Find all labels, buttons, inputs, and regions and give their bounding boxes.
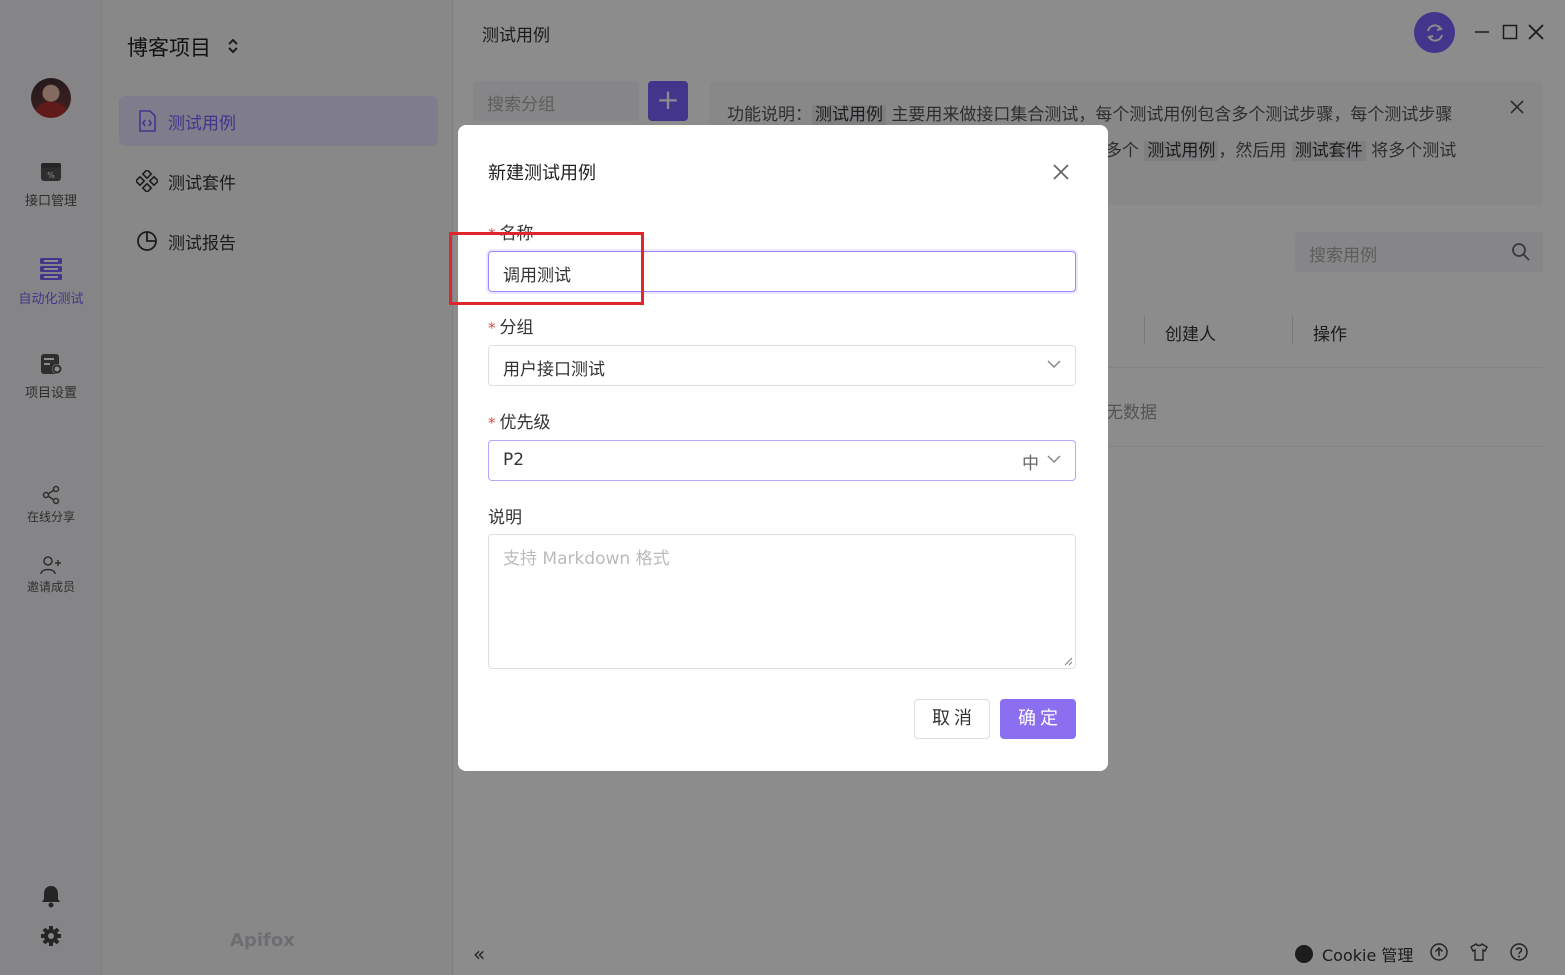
- priority-label: * 优先级: [488, 408, 551, 433]
- group-select[interactable]: 用户接口测试: [488, 345, 1076, 386]
- required-mark: *: [488, 319, 496, 337]
- priority-level-text: 中: [1022, 454, 1039, 474]
- dialog-title: 新建测试用例: [488, 163, 596, 184]
- resize-handle-icon[interactable]: [1063, 656, 1073, 666]
- group-select-value: 用户接口测试: [503, 360, 605, 380]
- required-mark: *: [488, 414, 496, 432]
- priority-select-value: P2: [503, 450, 525, 470]
- priority-select[interactable]: P2 中: [488, 440, 1076, 481]
- close-icon[interactable]: [1050, 161, 1072, 183]
- description-placeholder: 支持 Markdown 格式: [503, 549, 670, 569]
- new-test-case-dialog: 新建测试用例 * 名称 调用测试 * 分组 用户接口测试 * 优先级 P2 中 说明 …: [458, 125, 1108, 771]
- group-label-text: 分组: [499, 318, 534, 338]
- group-label: * 分组: [488, 313, 534, 338]
- description-textarea[interactable]: 支持 Markdown 格式: [488, 534, 1076, 669]
- chevron-down-icon: [1047, 455, 1061, 464]
- cancel-button[interactable]: 取消: [914, 699, 990, 739]
- highlight-annotation-box: [449, 232, 644, 305]
- description-label: 说明: [488, 508, 522, 528]
- priority-label-text: 优先级: [499, 413, 551, 433]
- confirm-button[interactable]: 确定: [1000, 699, 1076, 739]
- chevron-down-icon: [1047, 360, 1061, 369]
